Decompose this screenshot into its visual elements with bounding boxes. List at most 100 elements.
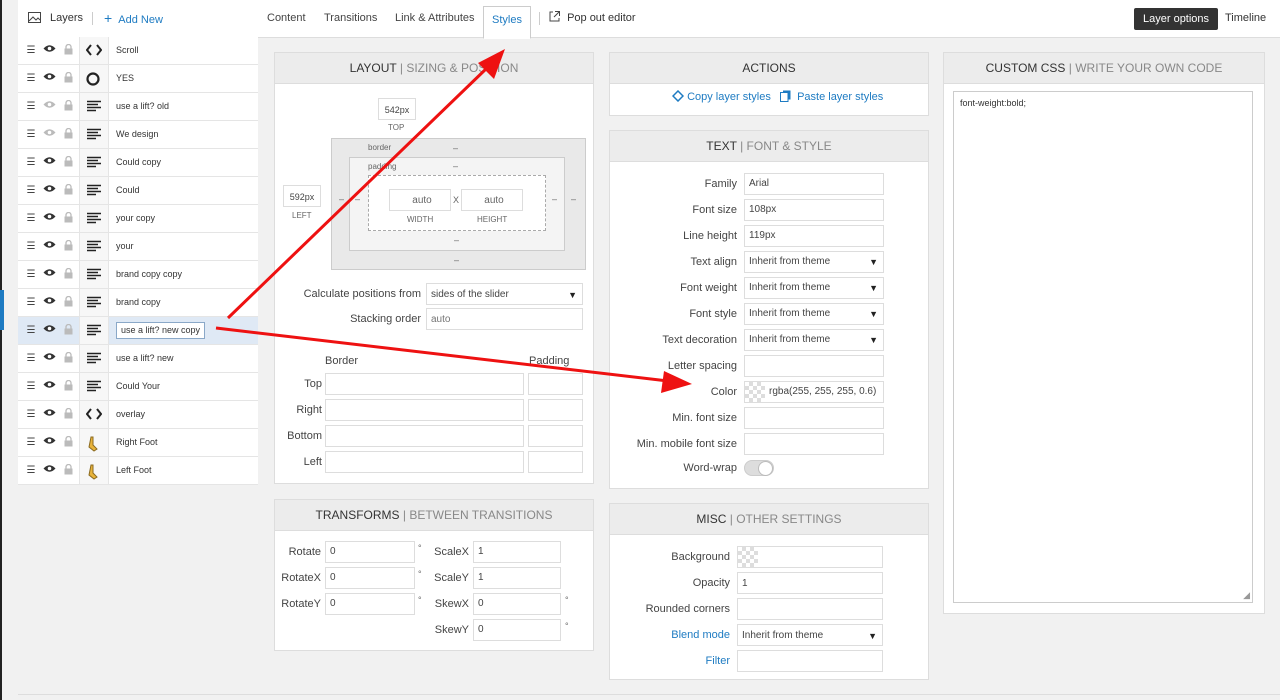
stacking-order-input[interactable] <box>426 308 583 330</box>
layer-row[interactable]: ☰ your copy <box>18 205 258 233</box>
eye-icon[interactable] <box>42 100 56 114</box>
line-height-input[interactable]: 119px <box>744 225 884 247</box>
min-font-size-input[interactable] <box>744 407 884 429</box>
eye-icon[interactable] <box>42 128 56 142</box>
layer-name[interactable]: We design <box>116 121 158 148</box>
layer-row[interactable]: ☰ We design <box>18 121 258 149</box>
drag-handle-icon[interactable]: ☰ <box>24 184 38 198</box>
layer-name[interactable]: Could copy <box>116 149 161 176</box>
eye-icon[interactable] <box>42 212 56 226</box>
drag-handle-icon[interactable]: ☰ <box>24 72 38 86</box>
lock-icon[interactable] <box>61 407 75 422</box>
color-swatch-icon[interactable] <box>745 382 765 402</box>
eye-icon[interactable] <box>42 296 56 310</box>
layer-name[interactable]: your <box>116 233 134 260</box>
padding-top-input[interactable] <box>528 373 583 395</box>
layer-name[interactable]: brand copy <box>116 289 161 316</box>
layer-name[interactable]: Could <box>116 177 140 204</box>
layer-row[interactable]: ☰ your <box>18 233 258 261</box>
lock-icon[interactable] <box>61 463 75 478</box>
lock-icon[interactable] <box>61 155 75 170</box>
layer-name[interactable]: brand copy copy <box>116 261 182 288</box>
rotate-input[interactable]: 0 <box>325 541 415 563</box>
drag-handle-icon[interactable]: ☰ <box>24 324 38 338</box>
eye-icon[interactable] <box>42 184 56 198</box>
layer-row[interactable]: ☰ Could <box>18 177 258 205</box>
layer-name[interactable]: Scroll <box>116 37 139 64</box>
layer-row[interactable]: ☰ Right Foot <box>18 429 258 457</box>
layer-name[interactable]: Could Your <box>116 373 160 400</box>
skewy-input[interactable]: 0 <box>473 619 561 641</box>
lock-icon[interactable] <box>61 379 75 394</box>
lock-icon[interactable] <box>61 435 75 450</box>
lock-icon[interactable] <box>61 127 75 142</box>
layer-row[interactable]: ☰ overlay <box>18 401 258 429</box>
layer-name[interactable]: use a lift? new copy <box>116 322 206 339</box>
filter-input[interactable] <box>737 650 883 672</box>
calc-positions-select[interactable]: sides of the slider ▼ <box>426 283 583 305</box>
copy-layer-styles-button[interactable]: Copy layer styles <box>671 89 771 103</box>
eye-icon[interactable] <box>42 240 56 254</box>
scalex-input[interactable]: 1 <box>473 541 561 563</box>
padding-bottom-input[interactable] <box>528 425 583 447</box>
drag-handle-icon[interactable]: ☰ <box>24 352 38 366</box>
layer-name[interactable]: your copy <box>116 205 155 232</box>
font-size-input[interactable]: 108px <box>744 199 884 221</box>
text-align-select[interactable]: Inherit from theme ▼ <box>744 251 884 273</box>
layer-name[interactable]: overlay <box>116 401 145 428</box>
eye-icon[interactable] <box>42 436 56 450</box>
lock-icon[interactable] <box>61 239 75 254</box>
tab-styles[interactable]: Styles <box>483 6 531 39</box>
lock-icon[interactable] <box>61 211 75 226</box>
layer-name[interactable]: use a lift? new <box>116 345 174 372</box>
layer-row[interactable]: ☰ YES <box>18 65 258 93</box>
eye-icon[interactable] <box>42 352 56 366</box>
layer-row[interactable]: ☰ brand copy <box>18 289 258 317</box>
tab-link-attributes[interactable]: Link & Attributes <box>395 0 475 37</box>
lock-icon[interactable] <box>61 99 75 114</box>
drag-handle-icon[interactable]: ☰ <box>24 268 38 282</box>
height-input[interactable]: auto <box>461 189 523 211</box>
drag-handle-icon[interactable]: ☰ <box>24 464 38 478</box>
drag-handle-icon[interactable]: ☰ <box>24 212 38 226</box>
word-wrap-toggle[interactable] <box>744 460 774 476</box>
rotatex-input[interactable]: 0 <box>325 567 415 589</box>
layer-row[interactable]: ☰ use a lift? old <box>18 93 258 121</box>
drag-handle-icon[interactable]: ☰ <box>24 44 38 58</box>
add-new-button[interactable]: + Add New <box>104 0 163 39</box>
eye-icon[interactable] <box>42 72 56 86</box>
font-weight-select[interactable]: Inherit from theme ▼ <box>744 277 884 299</box>
drag-handle-icon[interactable]: ☰ <box>24 128 38 142</box>
layer-row[interactable]: ☰ Could Your <box>18 373 258 401</box>
lock-icon[interactable] <box>61 323 75 338</box>
layer-row[interactable]: ☰ brand copy copy <box>18 261 258 289</box>
font-style-select[interactable]: Inherit from theme ▼ <box>744 303 884 325</box>
eye-icon[interactable] <box>42 380 56 394</box>
left-position-input[interactable]: 592px <box>283 185 321 207</box>
drag-handle-icon[interactable]: ☰ <box>24 240 38 254</box>
lock-icon[interactable] <box>61 71 75 86</box>
drag-handle-icon[interactable]: ☰ <box>24 156 38 170</box>
border-left-input[interactable] <box>325 451 524 473</box>
eye-icon[interactable] <box>42 324 56 338</box>
scaley-input[interactable]: 1 <box>473 567 561 589</box>
layer-row[interactable]: ☰ use a lift? new <box>18 345 258 373</box>
lock-icon[interactable] <box>61 183 75 198</box>
border-bottom-input[interactable] <box>325 425 524 447</box>
opacity-input[interactable]: 1 <box>737 572 883 594</box>
eye-icon[interactable] <box>42 268 56 282</box>
resize-handle-icon[interactable]: ◢ <box>1243 590 1250 601</box>
padding-right-input[interactable] <box>528 399 583 421</box>
lock-icon[interactable] <box>61 43 75 58</box>
layer-name[interactable]: YES <box>116 65 134 92</box>
lock-icon[interactable] <box>61 267 75 282</box>
layer-row[interactable]: ☰ use a lift? new copy <box>18 317 258 345</box>
layer-name[interactable]: use a lift? old <box>116 93 169 120</box>
letter-spacing-input[interactable] <box>744 355 884 377</box>
eye-icon[interactable] <box>42 44 56 58</box>
timeline-button[interactable]: Timeline <box>1225 0 1266 37</box>
lock-icon[interactable] <box>61 351 75 366</box>
rotatey-input[interactable]: 0 <box>325 593 415 615</box>
padding-left-input[interactable] <box>528 451 583 473</box>
paste-layer-styles-button[interactable]: Paste layer styles <box>780 90 883 103</box>
